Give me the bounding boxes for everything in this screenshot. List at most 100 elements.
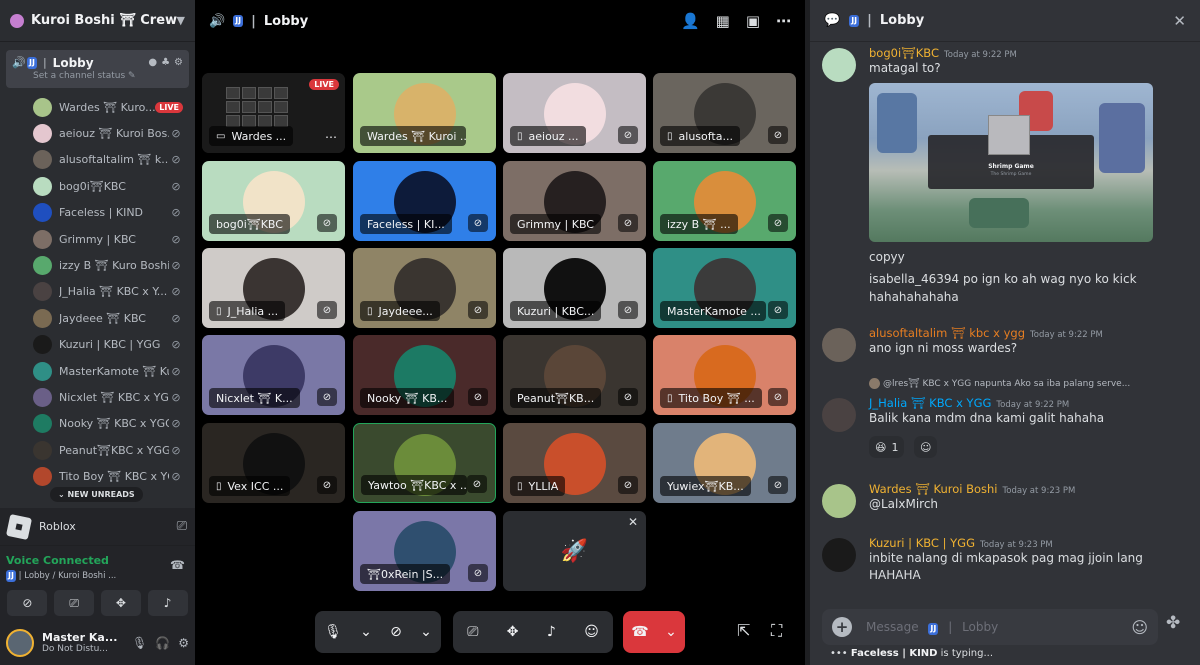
chat-message[interactable]: Wardes ⛩ Kuroi Boshi Today at 9:23 PM @La…: [822, 482, 1188, 518]
close-icon[interactable]: ✕: [628, 515, 638, 529]
new-unreads-button[interactable]: ⌄ NEW UNREADS: [50, 487, 143, 502]
voice-user-item[interactable]: Kuzuri | KBC | YGG ⊘: [0, 332, 195, 358]
participant-tile[interactable]: ▯ alusofta... ⊘: [653, 73, 796, 153]
voice-user-item[interactable]: Grimmy | KBC ⊘: [0, 226, 195, 252]
add-attachment-icon[interactable]: +: [832, 617, 852, 637]
reaction-pill[interactable]: 😆 1: [869, 436, 905, 458]
gear-icon[interactable]: ⚙: [174, 57, 183, 68]
microphone-icon[interactable]: 🎙: [324, 624, 342, 640]
chat-bubble-icon[interactable]: ●: [148, 57, 157, 68]
participant-tile[interactable]: LIVE ▭ Wardes ... ⋯: [202, 73, 345, 153]
avatar[interactable]: [822, 538, 856, 572]
invite-tile[interactable]: 🚀 ✕: [503, 511, 646, 591]
participant-tile[interactable]: ▯ Jaydeee... ⊘: [353, 248, 496, 328]
voice-user-item[interactable]: aeiouz ⛩ Kuroi Bos... ⊘: [0, 120, 195, 146]
more-options-icon[interactable]: ⋯: [776, 12, 791, 30]
participant-tile[interactable]: ▯ aeiouz ... ⊘: [503, 73, 646, 153]
server-header[interactable]: Kuroi Boshi ⛩ Crew ▼: [0, 0, 195, 42]
voice-user-item[interactable]: Jaydeee ⛩ KBC ⊘: [0, 305, 195, 331]
participant-tile[interactable]: ▯ J_Halia ... ⊘: [202, 248, 345, 328]
share-screen-button[interactable]: ⎚: [54, 590, 95, 616]
share-screen-icon[interactable]: ⎚: [177, 519, 187, 534]
avatar[interactable]: [822, 484, 856, 518]
headphones-icon[interactable]: 🎧: [155, 636, 170, 650]
participant-tile[interactable]: Wardes ⛩ Kuroi ...: [353, 73, 496, 153]
disconnect-icon[interactable]: ☎: [170, 558, 185, 572]
participant-tile[interactable]: Faceless | KI... ⊘: [353, 161, 496, 241]
voice-user-item[interactable]: izzy B ⛩ Kuro Boshi ⊘: [0, 252, 195, 278]
disconnect-button[interactable]: ☎ ⌄: [623, 611, 685, 653]
add-user-icon[interactable]: 👤: [681, 12, 700, 30]
voice-user-item[interactable]: Nicxlet ⛩ KBC x YG... ⊘: [0, 384, 195, 410]
chat-message[interactable]: J_Halia ⛩ KBC x YGG Today at 9:22 PM Bali…: [822, 396, 1188, 432]
participant-tile[interactable]: Kuzuri | KBC... ⊘: [503, 248, 646, 328]
emoji-icon[interactable]: ☺: [1131, 618, 1148, 637]
voice-user-item[interactable]: Faceless | KIND ⊘: [0, 200, 195, 226]
participant-tile[interactable]: MasterKamote ... ⊘: [653, 248, 796, 328]
voice-connected-label[interactable]: Voice Connected: [6, 554, 189, 567]
participant-tile[interactable]: izzy B ⛩ ... ⊘: [653, 161, 796, 241]
participant-tile[interactable]: ▯ Tito Boy ⛩ ... ⊘: [653, 335, 796, 415]
activities-button[interactable]: ✥: [100, 590, 141, 616]
participant-tile[interactable]: Yawtoo ⛩KBC x ... ⊘: [353, 423, 496, 503]
voice-user-item[interactable]: bog0i⛩KBC ⊘: [0, 173, 195, 199]
participant-tile[interactable]: Grimmy | KBC ⊘: [503, 161, 646, 241]
participant-tile[interactable]: Nicxlet ⛩ K... ⊘: [202, 335, 345, 415]
soundboard-button[interactable]: ♪: [147, 590, 188, 616]
image-embed[interactable]: Shrimp Game The Shrimp Game: [869, 83, 1153, 242]
chevron-down-icon[interactable]: ⌄: [420, 624, 432, 640]
fullscreen-icon[interactable]: ⛶: [771, 621, 782, 641]
channel-status-input[interactable]: Set a channel status ✎: [12, 71, 183, 81]
participant-tile[interactable]: ⛩0xRein |S... ⊘: [353, 511, 496, 591]
message-author[interactable]: bog0i⛩KBC: [869, 46, 939, 60]
camera-off-button[interactable]: ⊘: [7, 590, 48, 616]
chevron-down-icon[interactable]: ▼: [177, 14, 185, 27]
voice-user-item[interactable]: J_Halia ⛩ KBC x Y... ⊘: [0, 279, 195, 305]
participant-tile[interactable]: bog0i⛩KBC ⊘: [202, 161, 345, 241]
message-author[interactable]: alusoftaltalim ⛩ kbc x ygg: [869, 326, 1025, 340]
close-icon[interactable]: ✕: [1173, 12, 1186, 30]
grid-layout-icon[interactable]: ▦: [716, 12, 730, 30]
add-reaction-button[interactable]: ☺: [914, 436, 938, 458]
message-author[interactable]: Kuzuri | KBC | YGG: [869, 536, 975, 550]
message-text[interactable]: @LalxMirch: [869, 496, 1188, 513]
more-options-icon[interactable]: ⋯: [325, 130, 337, 144]
chat-message[interactable]: bog0i⛩KBC Today at 9:22 PM matagal to?: [822, 46, 1188, 82]
emoji-icon[interactable]: ☺: [584, 624, 599, 640]
popout-icon[interactable]: ▣: [746, 12, 760, 30]
gear-icon[interactable]: ⚙: [178, 636, 189, 650]
voice-user-item[interactable]: Nooky ⛩ KBC x YGG ⊘: [0, 411, 195, 437]
soundboard-icon[interactable]: ♪: [547, 624, 556, 640]
avatar[interactable]: [822, 48, 856, 82]
voice-user-item[interactable]: Wardes ⛩ Kuro... LIVE: [0, 94, 195, 120]
avatar[interactable]: [6, 628, 34, 657]
chevron-down-icon[interactable]: ⌄: [360, 624, 372, 640]
chat-message[interactable]: alusoftaltalim ⛩ kbc x ygg Today at 9:22 …: [822, 326, 1188, 362]
participant-tile[interactable]: Yuwiex⛩KB... ⊘: [653, 423, 796, 503]
voice-user-item[interactable]: Peanut⛩KBC x YGG ⊘: [0, 437, 195, 463]
participant-tile[interactable]: Peanut⛩KB... ⊘: [503, 335, 646, 415]
chat-message[interactable]: Kuzuri | KBC | YGG Today at 9:23 PM inbit…: [822, 536, 1188, 584]
chevron-down-icon[interactable]: ⌄: [665, 624, 677, 640]
camera-off-icon[interactable]: ⊘: [390, 624, 402, 640]
participant-tile[interactable]: ▯ YLLIA ⊘: [503, 423, 646, 503]
message-author[interactable]: Wardes ⛩ Kuroi Boshi: [869, 482, 998, 496]
microphone-icon[interactable]: 🎙: [132, 636, 147, 650]
voice-user-item[interactable]: Tito Boy ⛩ KBC x YGG⊘: [0, 463, 195, 489]
invite-people-icon[interactable]: ♣: [161, 57, 170, 68]
reply-preview[interactable]: @lres⛩ KBC x YGG napunta Ako sa iba pala…: [869, 378, 1130, 389]
apps-icon[interactable]: ✤: [1166, 613, 1180, 633]
participant-tile[interactable]: ▯ Vex ICC ... ⊘: [202, 423, 345, 503]
avatar[interactable]: [822, 398, 856, 432]
voice-user-item[interactable]: MasterKamote ⛩ Kur...⊘: [0, 358, 195, 384]
message-author[interactable]: J_Halia ⛩ KBC x YGG: [869, 396, 991, 410]
activities-icon[interactable]: ✥: [507, 624, 519, 640]
voice-user-item[interactable]: alusoftaltalim ⛩ k... ⊘: [0, 147, 195, 173]
share-screen-icon[interactable]: ⎚: [467, 624, 478, 640]
voice-user-name: MasterKamote ⛩ Kur...: [59, 364, 169, 378]
avatar[interactable]: [822, 328, 856, 362]
participant-tile[interactable]: Nooky ⛩ KB... ⊘: [353, 335, 496, 415]
popout-icon[interactable]: ⇱: [737, 621, 750, 640]
message-input[interactable]: + Message JJ | Lobby ☺: [822, 609, 1158, 645]
voice-channel-lobby[interactable]: 🔊 JJ | Lobby ● ♣ ⚙ Set a channel status …: [6, 50, 189, 88]
